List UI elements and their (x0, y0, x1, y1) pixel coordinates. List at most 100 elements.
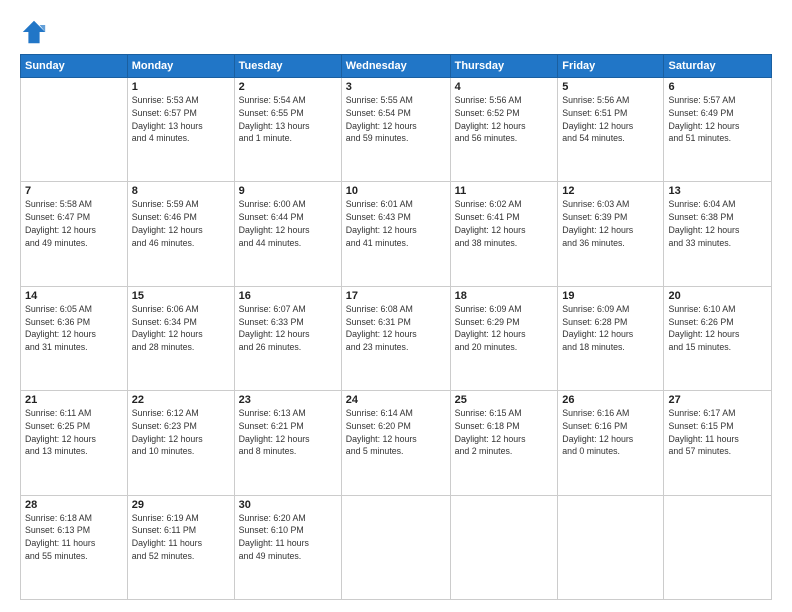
calendar-cell: 17Sunrise: 6:08 AM Sunset: 6:31 PM Dayli… (341, 286, 450, 390)
day-info: Sunrise: 6:03 AM Sunset: 6:39 PM Dayligh… (562, 198, 659, 249)
weekday-row: SundayMondayTuesdayWednesdayThursdayFrid… (21, 55, 772, 78)
calendar-cell: 18Sunrise: 6:09 AM Sunset: 6:29 PM Dayli… (450, 286, 558, 390)
day-number: 20 (668, 290, 767, 302)
day-info: Sunrise: 6:02 AM Sunset: 6:41 PM Dayligh… (455, 198, 554, 249)
calendar-cell: 10Sunrise: 6:01 AM Sunset: 6:43 PM Dayli… (341, 182, 450, 286)
day-number: 13 (668, 185, 767, 197)
day-number: 28 (25, 499, 123, 511)
day-info: Sunrise: 6:12 AM Sunset: 6:23 PM Dayligh… (132, 407, 230, 458)
calendar-cell: 13Sunrise: 6:04 AM Sunset: 6:38 PM Dayli… (664, 182, 772, 286)
calendar-cell: 22Sunrise: 6:12 AM Sunset: 6:23 PM Dayli… (127, 391, 234, 495)
day-info: Sunrise: 6:09 AM Sunset: 6:29 PM Dayligh… (455, 303, 554, 354)
calendar-cell: 14Sunrise: 6:05 AM Sunset: 6:36 PM Dayli… (21, 286, 128, 390)
day-info: Sunrise: 6:06 AM Sunset: 6:34 PM Dayligh… (132, 303, 230, 354)
calendar-cell: 24Sunrise: 6:14 AM Sunset: 6:20 PM Dayli… (341, 391, 450, 495)
weekday-header: Saturday (664, 55, 772, 78)
page: SundayMondayTuesdayWednesdayThursdayFrid… (0, 0, 792, 612)
calendar-cell: 26Sunrise: 6:16 AM Sunset: 6:16 PM Dayli… (558, 391, 664, 495)
day-info: Sunrise: 5:56 AM Sunset: 6:52 PM Dayligh… (455, 94, 554, 145)
calendar-cell: 5Sunrise: 5:56 AM Sunset: 6:51 PM Daylig… (558, 78, 664, 182)
day-info: Sunrise: 6:08 AM Sunset: 6:31 PM Dayligh… (346, 303, 446, 354)
calendar-cell: 28Sunrise: 6:18 AM Sunset: 6:13 PM Dayli… (21, 495, 128, 599)
calendar-cell: 16Sunrise: 6:07 AM Sunset: 6:33 PM Dayli… (234, 286, 341, 390)
day-number: 14 (25, 290, 123, 302)
day-number: 23 (239, 394, 337, 406)
calendar-cell: 8Sunrise: 5:59 AM Sunset: 6:46 PM Daylig… (127, 182, 234, 286)
day-info: Sunrise: 5:56 AM Sunset: 6:51 PM Dayligh… (562, 94, 659, 145)
day-number: 1 (132, 81, 230, 93)
calendar-cell (450, 495, 558, 599)
calendar-header: SundayMondayTuesdayWednesdayThursdayFrid… (21, 55, 772, 78)
day-info: Sunrise: 6:20 AM Sunset: 6:10 PM Dayligh… (239, 512, 337, 563)
header (20, 18, 772, 46)
weekday-header: Thursday (450, 55, 558, 78)
calendar-cell (558, 495, 664, 599)
calendar-cell (21, 78, 128, 182)
day-number: 16 (239, 290, 337, 302)
calendar-table: SundayMondayTuesdayWednesdayThursdayFrid… (20, 54, 772, 600)
calendar-cell: 11Sunrise: 6:02 AM Sunset: 6:41 PM Dayli… (450, 182, 558, 286)
calendar-cell: 4Sunrise: 5:56 AM Sunset: 6:52 PM Daylig… (450, 78, 558, 182)
calendar-cell: 20Sunrise: 6:10 AM Sunset: 6:26 PM Dayli… (664, 286, 772, 390)
day-number: 5 (562, 81, 659, 93)
day-info: Sunrise: 5:58 AM Sunset: 6:47 PM Dayligh… (25, 198, 123, 249)
day-number: 7 (25, 185, 123, 197)
weekday-header: Sunday (21, 55, 128, 78)
day-info: Sunrise: 6:11 AM Sunset: 6:25 PM Dayligh… (25, 407, 123, 458)
logo (20, 18, 50, 46)
day-info: Sunrise: 6:18 AM Sunset: 6:13 PM Dayligh… (25, 512, 123, 563)
day-number: 17 (346, 290, 446, 302)
calendar-cell (664, 495, 772, 599)
calendar-cell: 29Sunrise: 6:19 AM Sunset: 6:11 PM Dayli… (127, 495, 234, 599)
day-info: Sunrise: 6:09 AM Sunset: 6:28 PM Dayligh… (562, 303, 659, 354)
calendar-cell: 21Sunrise: 6:11 AM Sunset: 6:25 PM Dayli… (21, 391, 128, 495)
day-number: 4 (455, 81, 554, 93)
calendar-cell: 9Sunrise: 6:00 AM Sunset: 6:44 PM Daylig… (234, 182, 341, 286)
day-number: 3 (346, 81, 446, 93)
logo-icon (20, 18, 48, 46)
day-number: 27 (668, 394, 767, 406)
day-number: 25 (455, 394, 554, 406)
calendar-cell: 19Sunrise: 6:09 AM Sunset: 6:28 PM Dayli… (558, 286, 664, 390)
calendar-cell: 3Sunrise: 5:55 AM Sunset: 6:54 PM Daylig… (341, 78, 450, 182)
weekday-header: Wednesday (341, 55, 450, 78)
day-info: Sunrise: 6:16 AM Sunset: 6:16 PM Dayligh… (562, 407, 659, 458)
weekday-header: Friday (558, 55, 664, 78)
calendar-cell (341, 495, 450, 599)
day-info: Sunrise: 6:00 AM Sunset: 6:44 PM Dayligh… (239, 198, 337, 249)
calendar-week-row: 1Sunrise: 5:53 AM Sunset: 6:57 PM Daylig… (21, 78, 772, 182)
day-number: 8 (132, 185, 230, 197)
day-number: 29 (132, 499, 230, 511)
day-info: Sunrise: 6:14 AM Sunset: 6:20 PM Dayligh… (346, 407, 446, 458)
day-info: Sunrise: 6:10 AM Sunset: 6:26 PM Dayligh… (668, 303, 767, 354)
day-number: 26 (562, 394, 659, 406)
day-number: 15 (132, 290, 230, 302)
calendar-cell: 30Sunrise: 6:20 AM Sunset: 6:10 PM Dayli… (234, 495, 341, 599)
day-info: Sunrise: 5:55 AM Sunset: 6:54 PM Dayligh… (346, 94, 446, 145)
day-number: 30 (239, 499, 337, 511)
calendar-cell: 27Sunrise: 6:17 AM Sunset: 6:15 PM Dayli… (664, 391, 772, 495)
day-info: Sunrise: 6:05 AM Sunset: 6:36 PM Dayligh… (25, 303, 123, 354)
calendar-cell: 15Sunrise: 6:06 AM Sunset: 6:34 PM Dayli… (127, 286, 234, 390)
day-info: Sunrise: 6:07 AM Sunset: 6:33 PM Dayligh… (239, 303, 337, 354)
calendar-cell: 23Sunrise: 6:13 AM Sunset: 6:21 PM Dayli… (234, 391, 341, 495)
day-info: Sunrise: 6:19 AM Sunset: 6:11 PM Dayligh… (132, 512, 230, 563)
day-number: 19 (562, 290, 659, 302)
calendar-week-row: 7Sunrise: 5:58 AM Sunset: 6:47 PM Daylig… (21, 182, 772, 286)
calendar-cell: 7Sunrise: 5:58 AM Sunset: 6:47 PM Daylig… (21, 182, 128, 286)
day-info: Sunrise: 6:04 AM Sunset: 6:38 PM Dayligh… (668, 198, 767, 249)
calendar-body: 1Sunrise: 5:53 AM Sunset: 6:57 PM Daylig… (21, 78, 772, 600)
day-number: 10 (346, 185, 446, 197)
day-number: 9 (239, 185, 337, 197)
weekday-header: Tuesday (234, 55, 341, 78)
calendar-cell: 12Sunrise: 6:03 AM Sunset: 6:39 PM Dayli… (558, 182, 664, 286)
calendar-week-row: 14Sunrise: 6:05 AM Sunset: 6:36 PM Dayli… (21, 286, 772, 390)
day-number: 11 (455, 185, 554, 197)
calendar-cell: 1Sunrise: 5:53 AM Sunset: 6:57 PM Daylig… (127, 78, 234, 182)
day-number: 12 (562, 185, 659, 197)
calendar-week-row: 28Sunrise: 6:18 AM Sunset: 6:13 PM Dayli… (21, 495, 772, 599)
day-number: 2 (239, 81, 337, 93)
day-info: Sunrise: 6:17 AM Sunset: 6:15 PM Dayligh… (668, 407, 767, 458)
day-info: Sunrise: 6:15 AM Sunset: 6:18 PM Dayligh… (455, 407, 554, 458)
day-info: Sunrise: 5:54 AM Sunset: 6:55 PM Dayligh… (239, 94, 337, 145)
